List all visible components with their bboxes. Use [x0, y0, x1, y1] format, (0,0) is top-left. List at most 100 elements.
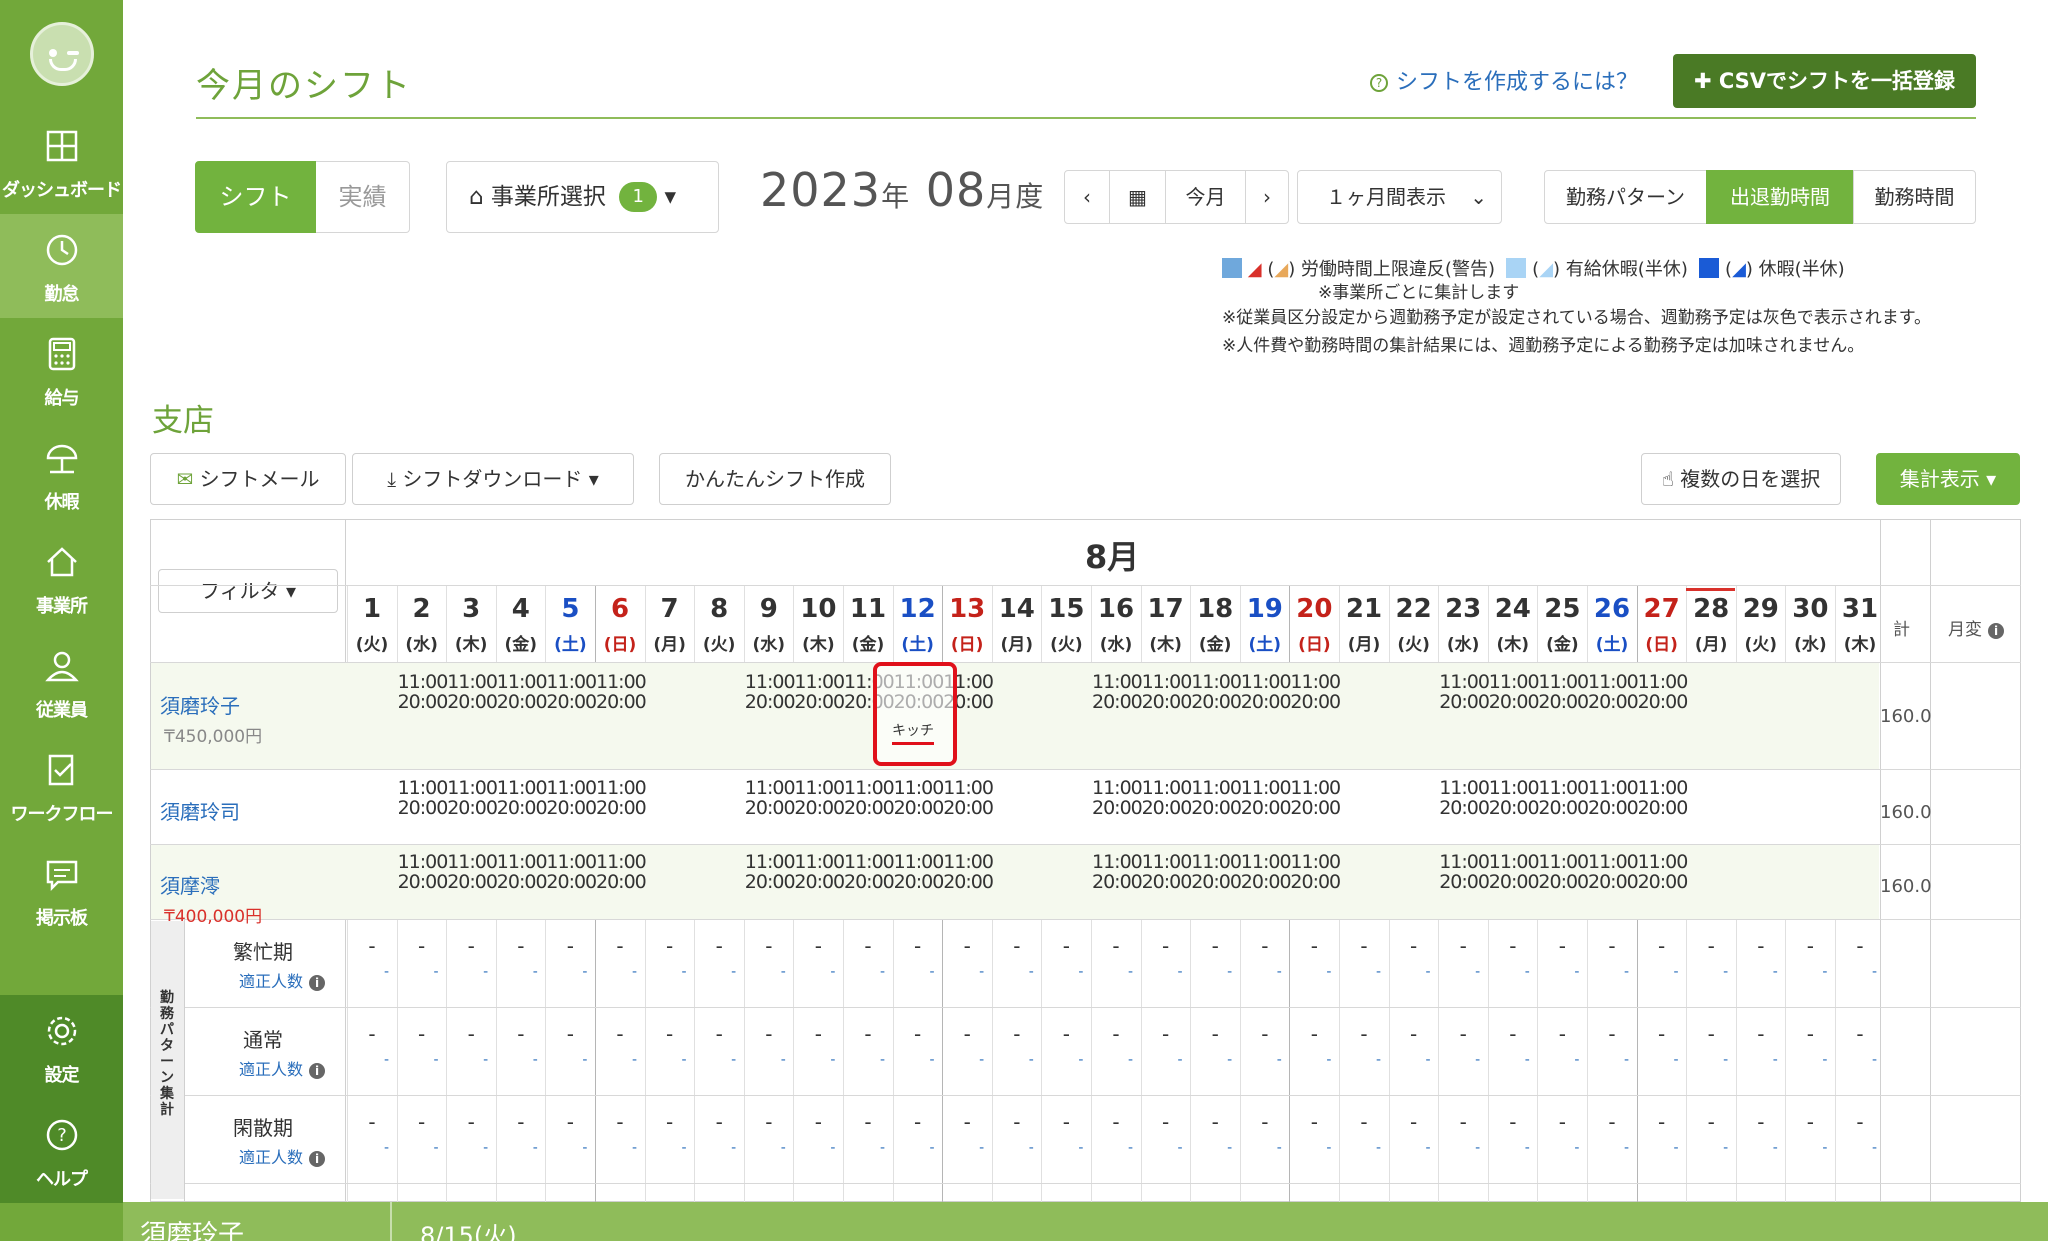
sidebar-item-workflow[interactable]: ワークフロー [0, 734, 123, 838]
shift-cell[interactable]: 11:0020:00 [1142, 672, 1192, 712]
day-number[interactable]: 4 [496, 594, 546, 624]
shift-cell[interactable]: 11:0020:00 [1489, 852, 1539, 892]
shift-cell[interactable]: 11:0020:00 [398, 672, 448, 712]
shift-cell[interactable]: 11:0020:00 [943, 778, 993, 818]
employee-name[interactable]: 須摩澪 [160, 870, 220, 899]
shift-cell[interactable]: 11:0020:00 [1142, 778, 1192, 818]
avatar[interactable] [30, 22, 94, 86]
shift-cell[interactable]: 11:0020:00 [844, 852, 894, 892]
day-number[interactable]: 7 [645, 594, 695, 624]
day-number[interactable]: 9 [744, 594, 794, 624]
next-month-button[interactable]: › [1245, 170, 1289, 224]
day-number[interactable]: 22 [1389, 594, 1439, 624]
tab-actual[interactable]: 実績 [316, 161, 410, 233]
shift-cell[interactable]: 11:0020:00 [398, 778, 448, 818]
shift-cell[interactable]: 11:0020:00 [1191, 778, 1241, 818]
view-hours-button[interactable]: 勤務時間 [1853, 170, 1976, 224]
help-link[interactable]: ? シフトを作成するには？ [1370, 64, 1638, 96]
shift-cell[interactable]: 11:0020:00 [497, 672, 547, 712]
shift-cell[interactable]: 11:0020:00 [447, 852, 497, 892]
day-number[interactable]: 16 [1091, 594, 1141, 624]
filter-button[interactable]: フィルタ ▾ [158, 569, 338, 613]
shift-cell[interactable]: 11:0020:00 [1142, 852, 1192, 892]
shift-cell[interactable]: 11:0020:00 [844, 778, 894, 818]
day-number[interactable]: 11 [843, 594, 893, 624]
day-number[interactable]: 21 [1339, 594, 1389, 624]
shift-cell[interactable]: 11:0020:00 [1588, 778, 1638, 818]
day-number[interactable]: 3 [446, 594, 496, 624]
shift-cell[interactable]: 11:0020:00 [745, 778, 795, 818]
day-number[interactable]: 8 [694, 594, 744, 624]
day-number[interactable]: 13 [942, 594, 992, 624]
shift-cell[interactable]: 11:0020:00 [1538, 852, 1588, 892]
this-month-button[interactable]: 今月 [1165, 170, 1246, 224]
sidebar-item-employees[interactable]: 従業員 [0, 630, 123, 734]
day-number[interactable]: 14 [992, 594, 1042, 624]
shift-cell[interactable]: 11:0020:00 [1538, 778, 1588, 818]
sidebar-item-office[interactable]: 事業所 [0, 526, 123, 630]
shift-cell[interactable]: 11:0020:00 [596, 672, 646, 712]
shift-cell[interactable]: 11:0020:00 [1191, 852, 1241, 892]
employee-name[interactable]: 須磨玲子 [160, 690, 240, 719]
shift-cell[interactable]: 11:0020:00 [1092, 778, 1142, 818]
view-inout-button[interactable]: 出退勤時間 [1706, 170, 1854, 224]
day-number[interactable]: 27 [1637, 594, 1687, 624]
shift-cell[interactable]: 11:0020:00 [1439, 672, 1489, 712]
shift-cell[interactable]: 11:0020:00 [1489, 672, 1539, 712]
day-number[interactable]: 23 [1438, 594, 1488, 624]
shift-cell[interactable]: 11:0020:00 [546, 778, 596, 818]
employee-name[interactable]: 須磨玲司 [160, 796, 240, 825]
tab-shift[interactable]: シフト [195, 161, 316, 233]
shift-cell[interactable]: 11:0020:00 [1439, 778, 1489, 818]
range-select[interactable]: １ヶ月間表示 ⌄ [1297, 170, 1502, 224]
day-number[interactable]: 15 [1041, 594, 1091, 624]
prev-month-button[interactable]: ‹ [1064, 170, 1110, 224]
shift-cell[interactable]: 11:0020:00 [497, 778, 547, 818]
shift-cell[interactable]: 11:0020:00 [596, 852, 646, 892]
shift-cell[interactable]: 11:0020:00 [1092, 852, 1142, 892]
shift-cell[interactable]: 11:0020:00 [546, 672, 596, 712]
shift-mail-button[interactable]: ✉ シフトメール [150, 453, 346, 505]
calendar-button[interactable]: ▦ [1109, 170, 1166, 224]
shift-cell[interactable]: 11:0020:00 [1241, 778, 1291, 818]
shift-cell[interactable]: 11:0020:00 [1588, 852, 1638, 892]
shift-cell[interactable]: 11:0020:00 [1241, 852, 1291, 892]
shift-cell[interactable]: 11:0020:00 [894, 778, 944, 818]
select-multiple-days-button[interactable]: ☝ 複数の日を選択 [1641, 453, 1841, 505]
shift-cell[interactable]: 11:0020:00 [1191, 672, 1241, 712]
shift-cell[interactable]: 11:0020:00 [794, 672, 844, 712]
day-number[interactable]: 28 [1686, 594, 1736, 624]
shift-cell[interactable]: 11:0020:00 [745, 672, 795, 712]
sidebar-item-board[interactable]: 掲示板 [0, 838, 123, 942]
info-icon[interactable]: i [309, 1151, 326, 1167]
sidebar-item-leave[interactable]: 休暇 [0, 422, 123, 526]
shift-cell[interactable]: 11:0020:00 [447, 672, 497, 712]
shift-cell[interactable]: 11:0020:00 [1638, 672, 1688, 712]
shift-cell[interactable]: 11:0020:00 [1638, 778, 1688, 818]
shift-cell[interactable]: 11:0020:00 [1538, 672, 1588, 712]
day-number[interactable]: 10 [793, 594, 843, 624]
day-number[interactable]: 6 [595, 594, 645, 624]
shift-cell[interactable]: 11:0020:00 [1241, 672, 1291, 712]
day-number[interactable]: 20 [1289, 594, 1339, 624]
info-icon[interactable]: i [309, 975, 326, 991]
day-number[interactable]: 5 [545, 594, 595, 624]
summary-view-button[interactable]: 集計表示 ▾ [1876, 453, 2020, 505]
sidebar-item-settings[interactable]: 設定 [0, 995, 123, 1099]
day-number[interactable]: 1 [347, 594, 397, 624]
day-number[interactable]: 26 [1587, 594, 1637, 624]
shift-cell[interactable]: 11:0020:00 [1290, 672, 1340, 712]
shift-cell[interactable]: 11:0020:00 [1290, 778, 1340, 818]
day-number[interactable]: 18 [1190, 594, 1240, 624]
shift-cell[interactable]: 11:0020:00 [745, 852, 795, 892]
easy-shift-button[interactable]: かんたんシフト作成 [659, 453, 891, 505]
info-icon[interactable]: i [309, 1063, 326, 1079]
day-number[interactable]: 24 [1488, 594, 1538, 624]
shift-cell[interactable]: 11:0020:00 [943, 852, 993, 892]
day-number[interactable]: 29 [1736, 594, 1786, 624]
shift-cell[interactable]: 11:0020:00 [894, 852, 944, 892]
day-number[interactable]: 2 [397, 594, 447, 624]
shift-cell[interactable]: 11:0020:00 [1638, 852, 1688, 892]
highlighted-cell[interactable] [873, 662, 957, 766]
csv-import-button[interactable]: ✚ CSVでシフトを一括登録 [1673, 54, 1976, 108]
